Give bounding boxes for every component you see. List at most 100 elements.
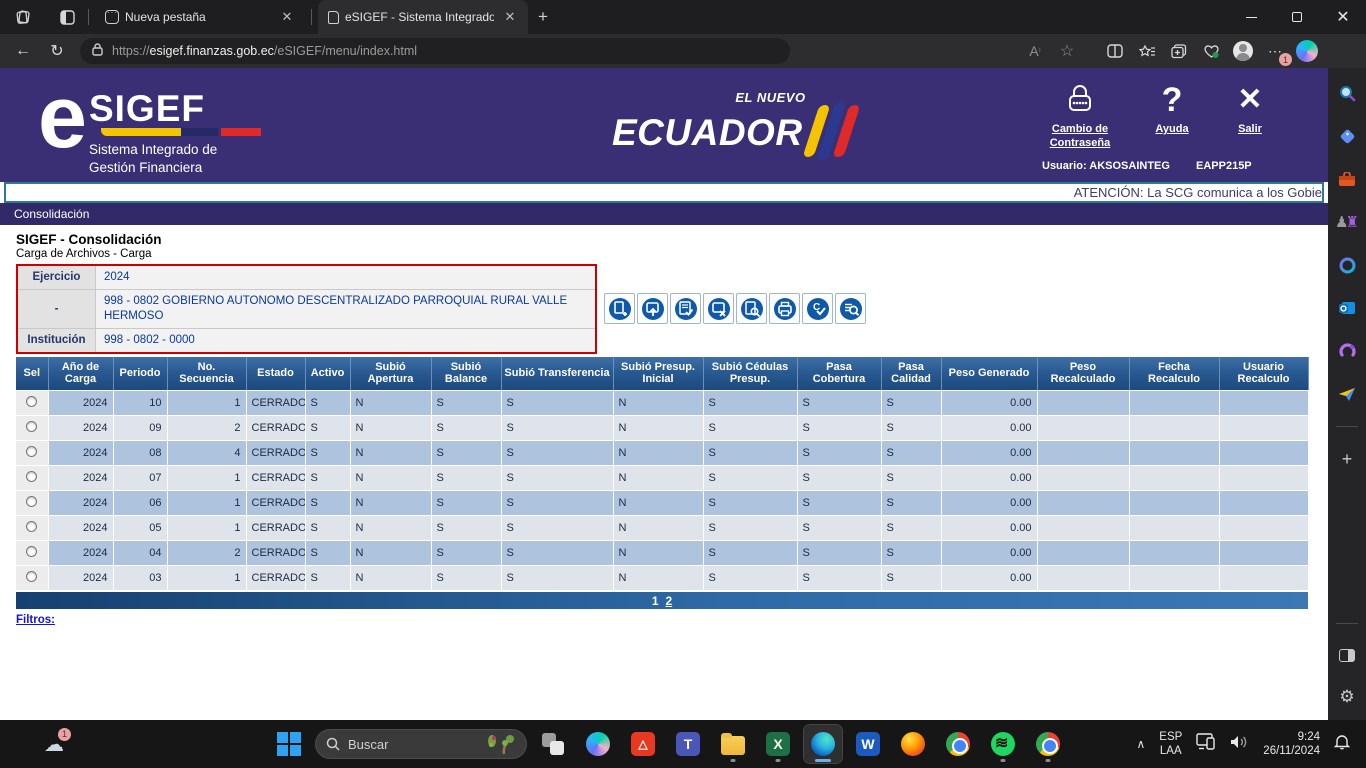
taskbar-search[interactable]: Buscar [315,729,527,759]
sidebar-search-icon[interactable] [1336,82,1358,104]
table-row: 2024 05 1 CERRADO S N S S N S S S 0.00 [16,515,1309,541]
table-cell: CERRADO [246,415,306,441]
widgets-button[interactable]: ☁ 1 [44,727,71,757]
print-button[interactable] [769,293,800,324]
close-window-button[interactable]: ✕ [1320,0,1366,34]
task-view-button[interactable] [534,725,572,763]
help-button[interactable]: ? Ayuda [1146,81,1198,151]
marquee-text: ATENCIÓN: La SCG comunica a los Gobie [1073,185,1322,200]
close-tab-icon[interactable]: ✕ [279,9,295,25]
table-cell [1129,440,1220,466]
collections-icon[interactable] [1164,38,1194,64]
sidebar-shopping-icon[interactable] [1336,125,1358,147]
workspaces-icon[interactable] [8,4,38,30]
table-cell: S [881,440,942,466]
teams-app[interactable]: T [669,725,707,763]
tab-actions-icon[interactable] [52,4,82,30]
table-row: 2024 06 1 CERRADO S N S S N S S S 0.00 [16,490,1309,516]
breadcrumb[interactable]: Consolidación [14,207,89,221]
edge-sidebar: ♟ ♜ + ⚙ [1328,68,1366,720]
chrome-app[interactable] [939,725,977,763]
divider [311,9,312,25]
sidebar-panel-icon[interactable] [1336,644,1358,666]
upload-file-button[interactable] [637,293,668,324]
volume-icon[interactable] [1230,734,1249,755]
edge-app[interactable] [803,724,843,764]
start-button[interactable] [270,725,308,763]
new-record-button[interactable] [604,293,635,324]
row-select-radio[interactable] [26,395,38,407]
row-select-radio[interactable] [26,420,38,432]
tray-chevron-icon[interactable]: ∧ [1136,737,1145,751]
copilot-app[interactable] [579,725,617,763]
excel-app[interactable]: X [759,725,797,763]
table-cell: 1 [167,390,247,416]
table-cell: 0.00 [941,490,1038,516]
new-tab-button[interactable]: + [538,7,548,27]
maximize-button[interactable] [1274,0,1320,34]
sidebar-settings-icon[interactable]: ⚙ [1336,686,1358,708]
file-explorer-app[interactable] [714,725,752,763]
page-number-link[interactable]: 2 [666,594,673,608]
table-cell: 08 [113,440,168,466]
row-select-radio[interactable] [26,520,38,532]
minimize-button[interactable] [1228,0,1274,34]
row-select-radio[interactable] [26,495,38,507]
tab-esigef[interactable]: eSIGEF - Sistema Integrado de G ✕ [318,0,528,34]
table-cell: S [305,390,351,416]
column-header: No. Secuencia [167,357,247,391]
row-select-radio[interactable] [26,470,38,482]
consult-button[interactable] [835,293,866,324]
refresh-button[interactable]: ↻ [40,41,74,61]
table-cell: S [305,565,351,591]
settings-more-icon[interactable]: ⋯ 1 [1260,38,1292,66]
table-cell: S [501,540,614,566]
divider [1336,426,1358,427]
table-cell: CERRADO [246,490,306,516]
table-cell: 05 [113,515,168,541]
validate-file-button[interactable] [670,293,701,324]
word-app[interactable]: W [849,725,887,763]
sidebar-tools-icon[interactable] [1336,168,1358,190]
spotify-app[interactable] [984,725,1022,763]
change-password-button[interactable]: Cambio de Contraseña [1040,82,1120,151]
sidebar-microsoft365-icon[interactable] [1336,254,1358,276]
back-button[interactable]: ← [6,42,40,60]
favorite-star-icon[interactable]: ☆ [1052,38,1082,64]
sidebar-games-icon[interactable]: ♟ ♜ [1335,211,1359,233]
profile-avatar[interactable] [1228,38,1258,64]
table-cell [1037,515,1130,541]
approve-quality-button[interactable]: C [802,293,833,324]
column-header: Subió Transferencia [501,357,614,391]
lock-icon[interactable] [92,43,103,59]
sidebar-outlook-icon[interactable] [1336,297,1358,319]
browser-essentials-icon[interactable] [1196,38,1226,64]
view-detail-button[interactable] [736,293,767,324]
split-screen-icon[interactable] [1100,38,1130,64]
read-aloud-icon[interactable]: A ⁾ [1020,38,1050,64]
delete-file-button[interactable] [703,293,734,324]
table-cell: S [703,415,798,441]
language-indicator[interactable]: ESP LAA [1159,730,1182,759]
row-select-radio[interactable] [26,570,38,582]
table-cell: S [501,415,614,441]
row-select-radio[interactable] [26,445,38,457]
logout-button[interactable]: ✕ Salir [1224,82,1276,151]
firefox-app[interactable] [894,725,932,763]
close-tab-icon[interactable]: ✕ [502,9,518,25]
sidebar-add-icon[interactable]: + [1336,448,1358,470]
address-bar[interactable]: https://esigef.finanzas.gob.ec/eSIGEF/me… [80,38,790,64]
chrome-profile-app[interactable] [1029,725,1067,763]
cast-icon[interactable] [1196,733,1216,755]
notification-bell-icon[interactable] [1333,733,1351,755]
copilot-icon[interactable] [1292,38,1322,64]
sidebar-drop-icon[interactable] [1336,383,1358,405]
row-select-radio[interactable] [26,545,38,557]
acrobat-app[interactable]: △ [624,725,662,763]
tab-nueva-pestana[interactable]: Nueva pestaña ✕ [95,0,305,34]
clock[interactable]: 9:24 26/11/2024 [1263,730,1320,759]
esigef-logo-e: e [38,68,87,166]
sidebar-clipchamp-icon[interactable] [1336,340,1358,362]
filters-link[interactable]: Filtros: [16,614,55,626]
favorites-hub-icon[interactable] [1132,38,1162,64]
